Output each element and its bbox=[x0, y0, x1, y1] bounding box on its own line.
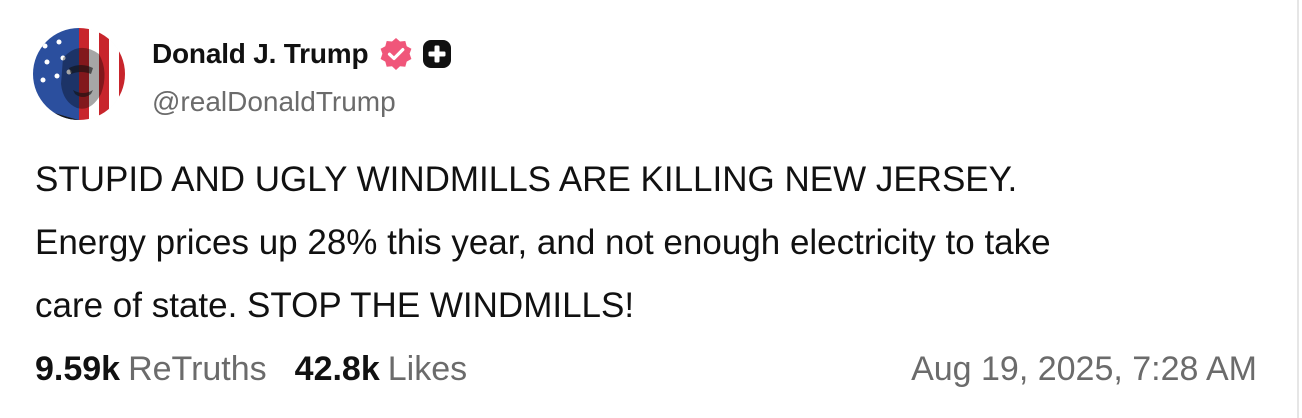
likes-stat[interactable]: 42.8k Likes bbox=[295, 350, 467, 389]
likes-label: Likes bbox=[387, 350, 468, 388]
post-text-line: Energy prices up 28% this year, and not … bbox=[35, 223, 1051, 262]
post-card: Donald J. Trump @realDonaldTrump STUPID … bbox=[0, 0, 1299, 418]
author-handle[interactable]: @realDonaldTrump bbox=[152, 86, 396, 118]
post-timestamp[interactable]: Aug 19, 2025, 7:28 AM bbox=[911, 350, 1257, 389]
retruths-count: 9.59k bbox=[35, 350, 121, 388]
verified-badge-icon bbox=[380, 38, 412, 70]
likes-count: 42.8k bbox=[294, 350, 380, 388]
post-body: STUPID AND UGLY WINDMILLS ARE KILLING NE… bbox=[35, 148, 1275, 337]
retruths-stat[interactable]: 9.59k ReTruths bbox=[35, 350, 267, 389]
post-stats: 9.59k ReTruths 42.8k Likes bbox=[35, 350, 467, 389]
avatar-flag-portrait bbox=[33, 28, 125, 120]
post-text-line: STUPID AND UGLY WINDMILLS ARE KILLING NE… bbox=[35, 160, 1018, 199]
post-text-line: care of state. STOP THE WINDMILLS! bbox=[35, 286, 635, 325]
avatar[interactable] bbox=[33, 28, 125, 120]
retruths-label: ReTruths bbox=[128, 350, 267, 388]
plus-badge-icon bbox=[423, 40, 452, 68]
author-row: Donald J. Trump bbox=[152, 34, 452, 74]
author-name[interactable]: Donald J. Trump bbox=[152, 38, 369, 70]
